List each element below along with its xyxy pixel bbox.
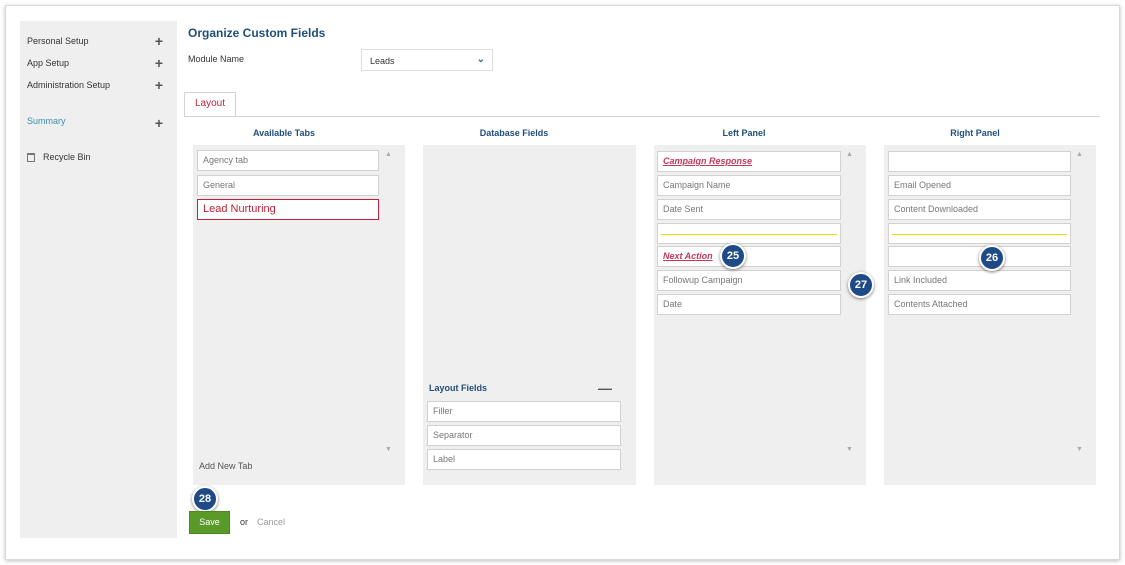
expand-plus-icon[interactable]: +	[155, 78, 163, 92]
layout-field-label[interactable]: Label	[427, 449, 621, 470]
scroll-down-icon[interactable]: ▼	[1076, 446, 1083, 453]
scroll-up-icon[interactable]: ▲	[846, 151, 853, 158]
module-select[interactable]: Leads ⌄	[361, 49, 493, 71]
save-button[interactable]: Save	[189, 511, 230, 534]
right-field-content-downloaded[interactable]: Content Downloaded	[888, 199, 1071, 220]
sidebar-item-summary[interactable]: Summary +	[27, 114, 163, 130]
sidebar-item-label: Administration Setup	[27, 80, 111, 90]
tab-item-lead-nurturing[interactable]: Lead Nurturing	[197, 199, 379, 220]
expand-plus-icon[interactable]: +	[155, 34, 163, 48]
layout-field-separator[interactable]: Separator	[427, 425, 621, 446]
left-separator[interactable]	[657, 223, 841, 244]
right-field-email-opened[interactable]: Email Opened	[888, 175, 1071, 196]
left-field-date-sent[interactable]: Date Sent	[657, 199, 841, 220]
layout-fields-title: Layout Fields	[429, 383, 488, 393]
page-title: Organize Custom Fields	[188, 26, 326, 40]
sidebar-item-label: Recycle Bin	[43, 152, 91, 162]
trash-icon	[27, 152, 35, 162]
right-field-empty[interactable]	[888, 151, 1071, 172]
left-section-next-action[interactable]: Next Action	[657, 246, 841, 267]
database-fields-title: Database Fields	[479, 128, 549, 138]
callout-badge-26: 26	[979, 245, 1005, 271]
sidebar-item-recycle-bin[interactable]: Recycle Bin	[27, 152, 91, 162]
or-text: or	[240, 517, 249, 527]
tab-item-agency[interactable]: Agency tab	[197, 150, 379, 171]
sidebar-item-personal-setup[interactable]: Personal Setup +	[27, 34, 163, 48]
right-separator[interactable]	[888, 223, 1071, 244]
tab-divider	[184, 116, 1100, 117]
callout-badge-28: 28	[192, 486, 218, 512]
expand-plus-icon[interactable]: +	[155, 56, 163, 70]
sidebar-item-administration-setup[interactable]: Administration Setup +	[27, 78, 163, 92]
chevron-down-icon: ⌄	[476, 54, 485, 65]
left-field-followup-campaign[interactable]: Followup Campaign	[657, 270, 841, 291]
scroll-up-icon[interactable]: ▲	[1076, 151, 1083, 158]
right-field-contents-attached[interactable]: Contents Attached	[888, 294, 1071, 315]
module-name-label: Module Name	[188, 54, 245, 64]
layout-field-filler[interactable]: Filler	[427, 401, 621, 422]
scroll-down-icon[interactable]: ▼	[385, 446, 392, 453]
right-panel	[884, 145, 1096, 485]
expand-plus-icon[interactable]: +	[155, 116, 163, 130]
collapse-minus-icon[interactable]: —	[598, 380, 612, 396]
tab-layout[interactable]: Layout	[184, 92, 236, 117]
module-select-value: Leads	[370, 56, 395, 66]
right-panel-title: Right Panel	[950, 128, 1000, 138]
scroll-down-icon[interactable]: ▼	[846, 446, 853, 453]
tab-item-general[interactable]: General	[197, 175, 379, 196]
left-section-campaign-response[interactable]: Campaign Response	[657, 151, 841, 172]
sidebar: Personal Setup + App Setup + Administrat…	[20, 21, 177, 538]
scroll-up-icon[interactable]: ▲	[385, 151, 392, 158]
callout-badge-25: 25	[720, 243, 746, 269]
add-new-tab-link[interactable]: Add New Tab	[199, 461, 252, 471]
right-field-link-included[interactable]: Link Included	[888, 270, 1071, 291]
available-tabs-panel	[193, 145, 405, 485]
cancel-link[interactable]: Cancel	[257, 517, 285, 527]
left-field-date[interactable]: Date	[657, 294, 841, 315]
sidebar-item-label: App Setup	[27, 58, 70, 68]
sidebar-item-label: Summary	[27, 116, 66, 126]
sidebar-item-label: Personal Setup	[27, 36, 89, 46]
left-panel-title: Left Panel	[722, 128, 766, 138]
callout-badge-27: 27	[848, 272, 874, 298]
available-tabs-title: Available Tabs	[252, 128, 316, 138]
sidebar-item-app-setup[interactable]: App Setup +	[27, 56, 163, 70]
left-field-campaign-name[interactable]: Campaign Name	[657, 175, 841, 196]
left-panel	[654, 145, 866, 485]
